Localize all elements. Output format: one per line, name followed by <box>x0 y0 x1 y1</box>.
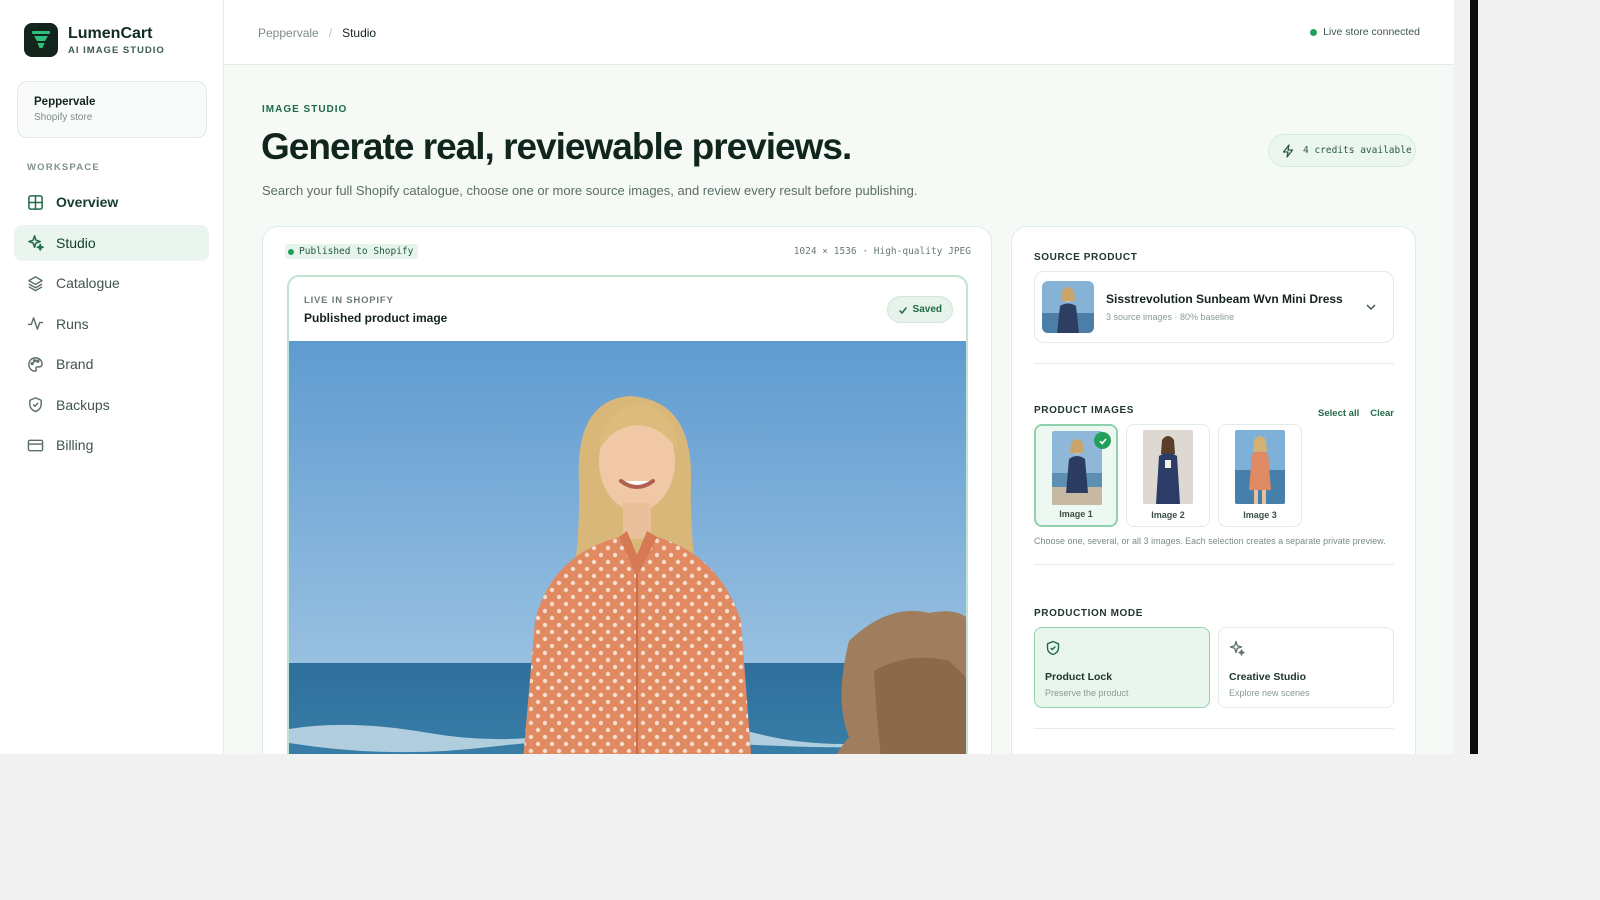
section-divider <box>1034 564 1394 565</box>
image-thumbnail <box>1143 430 1193 504</box>
saved-label: Saved <box>912 304 942 315</box>
product-name: Sisstrevolution Sunbeam Wvn Mini Dress <box>1106 292 1343 306</box>
topbar: Peppervale / Studio Live store connected <box>224 0 1454 65</box>
sidebar-item-label: Catalogue <box>56 275 120 291</box>
store-switcher[interactable]: Peppervale Shopify store <box>17 81 207 138</box>
sparkles-icon <box>28 235 44 251</box>
image-selection-actions: Select all Clear <box>1318 408 1394 419</box>
palette-icon <box>28 356 43 372</box>
sidebar-item-catalogue[interactable]: Catalogue <box>14 265 209 301</box>
breadcrumb: Peppervale / Studio <box>258 26 376 40</box>
mode-description: Preserve the product <box>1045 688 1129 698</box>
sidebar-item-label: Billing <box>56 437 94 453</box>
published-image-frame: LIVE IN SHOPIFY Published product image … <box>287 275 968 754</box>
settings-panel: SOURCE PRODUCT Sisstrevolution Sunbeam W… <box>1011 226 1416 754</box>
page-eyebrow: IMAGE STUDIO <box>262 104 348 115</box>
store-type: Shopify store <box>34 112 93 123</box>
shield-check-icon <box>1046 640 1060 656</box>
layers-icon <box>28 275 43 291</box>
selected-check-icon <box>1094 432 1111 449</box>
mode-creative-studio[interactable]: Creative Studio Explore new scenes <box>1218 627 1394 708</box>
product-images-label: PRODUCT IMAGES <box>1034 405 1135 416</box>
sidebar-item-label: Runs <box>56 315 89 332</box>
product-photo <box>289 341 966 754</box>
live-status-dot-icon <box>1310 28 1318 36</box>
mode-title: Creative Studio <box>1229 671 1307 683</box>
shield-icon <box>29 397 42 413</box>
preview-card: Published to Shopify 1024 × 1536 · High-… <box>262 226 992 754</box>
image-tile-2[interactable]: Image 2 <box>1126 424 1210 527</box>
lumencart-logo-icon <box>24 23 58 57</box>
sidebar-nav: Overview Studio Catalogue Runs Brand Bac… <box>14 184 209 468</box>
sidebar-item-brand[interactable]: Brand <box>14 346 209 382</box>
sidebar-item-label: Backups <box>56 396 110 413</box>
breadcrumb-current: Studio <box>342 26 377 40</box>
sidebar-item-runs[interactable]: Runs <box>14 306 209 342</box>
page-title: Generate real, reviewable previews. <box>261 126 852 167</box>
production-mode-options: Product Lock Preserve the product Creati… <box>1034 627 1394 708</box>
mode-title: Product Lock <box>1045 671 1113 683</box>
product-meta: 3 source images · 80% baseline <box>1106 312 1235 322</box>
breadcrumb-store[interactable]: Peppervale <box>258 26 319 40</box>
frame-eyebrow: LIVE IN SHOPIFY <box>304 295 394 306</box>
product-image-tiles: Image 1 Image 2 Image 3 <box>1034 424 1302 527</box>
image-frame-header: LIVE IN SHOPIFY Published product image … <box>289 277 966 341</box>
brand[interactable]: LumenCart AI IMAGE STUDIO <box>24 23 165 57</box>
check-icon <box>898 306 907 314</box>
image-tile-label: Image 1 <box>1059 509 1093 519</box>
image-selection-hint: Choose one, several, or all 3 images. Ea… <box>1034 536 1386 546</box>
image-tile-label: Image 2 <box>1151 510 1185 520</box>
sidebar-item-billing[interactable]: Billing <box>14 427 209 463</box>
mode-description: Explore new scenes <box>1229 688 1310 698</box>
lightning-icon <box>1282 143 1294 158</box>
chevron-down-icon <box>1366 304 1376 311</box>
workspace-section-label: WORKSPACE <box>27 162 100 173</box>
production-mode-label: PRODUCTION MODE <box>1034 608 1143 619</box>
activity-icon <box>27 317 44 330</box>
store-name: Peppervale <box>34 96 96 108</box>
published-status-text: Published to Shopify <box>299 246 414 257</box>
clear-button[interactable]: Clear <box>1370 408 1394 419</box>
sidebar-item-label: Studio <box>56 234 96 251</box>
sidebar-item-backups[interactable]: Backups <box>14 387 209 423</box>
app-window: LumenCart AI IMAGE STUDIO Peppervale Sho… <box>0 0 1454 754</box>
brand-name: LumenCart <box>68 24 153 42</box>
window-edge-bar <box>1470 0 1478 754</box>
image-meta: 1024 × 1536 · High-quality JPEG <box>793 246 971 257</box>
select-all-button[interactable]: Select all <box>1318 408 1359 419</box>
credit-card-icon <box>27 439 44 451</box>
mode-product-lock[interactable]: Product Lock Preserve the product <box>1034 627 1210 708</box>
brand-subtitle: AI IMAGE STUDIO <box>68 44 165 56</box>
frame-title: Published product image <box>304 311 448 325</box>
published-dot-icon <box>288 248 294 255</box>
image-tile-label: Image 3 <box>1243 510 1277 520</box>
credits-badge[interactable]: 4 credits available <box>1268 134 1416 167</box>
sidebar-item-label: Brand <box>56 356 94 372</box>
sidebar: LumenCart AI IMAGE STUDIO Peppervale Sho… <box>0 0 224 754</box>
sparkles-icon <box>1229 640 1245 656</box>
sidebar-item-label: Overview <box>56 194 119 210</box>
sidebar-item-studio[interactable]: Studio <box>14 224 209 261</box>
status-text: Live store connected <box>1323 26 1420 38</box>
saved-badge: Saved <box>886 296 953 323</box>
store-connection-status: Live store connected <box>1310 26 1420 38</box>
product-selector[interactable]: Sisstrevolution Sunbeam Wvn Mini Dress 3… <box>1034 271 1394 343</box>
section-divider <box>1034 728 1394 729</box>
breadcrumb-separator: / <box>328 26 333 40</box>
published-status-tag: Published to Shopify <box>285 244 419 259</box>
section-divider <box>1034 363 1394 364</box>
grid-icon <box>28 194 43 210</box>
page-subtitle: Search your full Shopify catalogue, choo… <box>262 183 918 198</box>
image-thumbnail <box>1235 430 1285 504</box>
product-thumbnail <box>1042 281 1094 333</box>
image-tile-3[interactable]: Image 3 <box>1218 424 1302 527</box>
source-product-label: SOURCE PRODUCT <box>1034 252 1138 263</box>
image-tile-1[interactable]: Image 1 <box>1034 424 1118 527</box>
credits-text: 4 credits available <box>1303 145 1412 156</box>
sidebar-item-overview[interactable]: Overview <box>14 184 209 220</box>
